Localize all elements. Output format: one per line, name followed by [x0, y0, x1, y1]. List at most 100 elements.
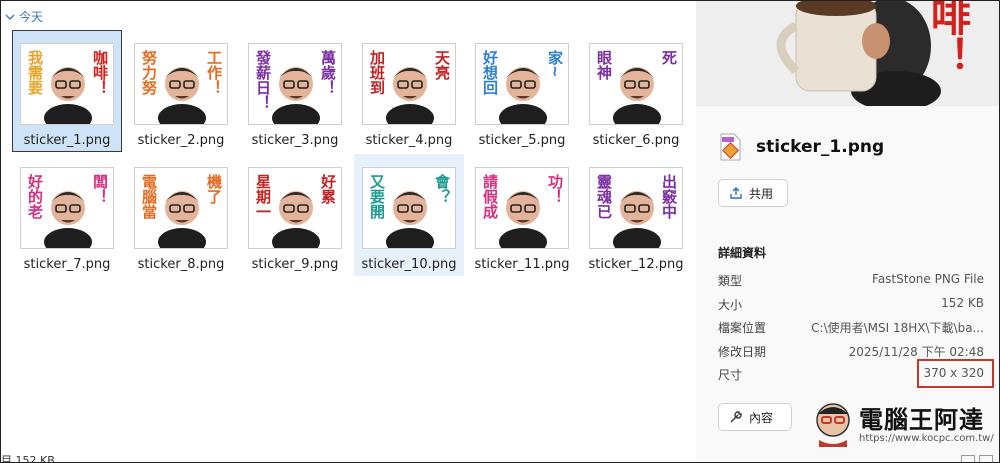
preview-sticker-text: 啡！ [924, 1, 970, 76]
sticker-text: 功！ [546, 174, 564, 204]
detail-key: 類型 [718, 274, 743, 288]
detail-value: FastStone PNG File [872, 272, 984, 286]
sticker-text: 會？ [433, 174, 451, 204]
sticker-thumbnail: 發薪日！ 萬歲！ [248, 43, 342, 125]
watermark-url: https://www.kocpc.com.tw/ [859, 433, 994, 444]
file-name-label: sticker_10.png [361, 257, 457, 272]
sticker-text: 我需要 [26, 50, 44, 95]
file-name-label: sticker_11.png [474, 257, 570, 272]
file-name-label: sticker_6.png [592, 133, 680, 148]
preview-image: 啡！ [696, 1, 999, 106]
sticker-text: 努力努 [140, 50, 158, 95]
status-text: 目 152 KB [1, 454, 55, 463]
sticker-text: 發薪日！ [254, 50, 272, 110]
sticker-text: 加班到 [368, 50, 386, 95]
sticker-thumbnail: 靈魂已 出竅中 [589, 167, 683, 249]
file-tile[interactable]: 好想回 家~ sticker_5.png [467, 30, 577, 152]
sticker-text: 好想回 [481, 50, 499, 95]
file-tile[interactable]: 請假成 功！ sticker_11.png [467, 154, 577, 276]
file-name-label: sticker_9.png [251, 257, 339, 272]
sticker-text: 請假成 [481, 174, 499, 219]
detail-value: C:\使用者\MSI 18HX\下載\ba... [811, 321, 984, 335]
sticker-text: 機了 [205, 174, 223, 204]
detail-value: 152 KB [941, 295, 984, 310]
file-tile[interactable]: 電腦當 機了 sticker_8.png [126, 154, 236, 276]
file-name-label: sticker_5.png [478, 133, 566, 148]
file-name-label: sticker_2.png [137, 133, 225, 148]
sticker-text: 好累 [319, 174, 337, 204]
file-tile[interactable]: 眼神 死 sticker_6.png [581, 30, 691, 152]
sticker-thumbnail: 電腦當 機了 [134, 167, 228, 249]
sticker-thumbnail: 好的老 闆！ [20, 167, 114, 249]
detail-value: 2025/11/28 下午 02:48 [848, 344, 984, 359]
sticker-thumbnail: 好想回 家~ [475, 43, 569, 125]
details-pane: 啡！ sticker_1.png 共用 詳細資料 類型 FastStone PNG… [696, 1, 999, 462]
sticker-thumbnail: 又要開 會？ [362, 167, 456, 249]
sticker-text: 好的老 [26, 174, 44, 219]
group-header-today[interactable]: 今天 [5, 8, 43, 25]
status-bar: 目 152 KB [1, 454, 696, 463]
properties-label: 內容 [749, 410, 774, 425]
file-name-label: sticker_7.png [23, 257, 111, 272]
highlight-box [917, 359, 994, 388]
file-name: sticker_1.png [756, 137, 885, 157]
file-name-label: sticker_4.png [365, 133, 453, 148]
sticker-text: 靈魂已 [595, 174, 613, 219]
sticker-thumbnail: 眼神 死 [589, 43, 683, 125]
detail-row: 類型 FastStone PNG File [718, 272, 988, 288]
details-view-icon[interactable] [961, 455, 975, 462]
explorer-window: 今天 我需要 咖啡！ sticker_1.png 努力努 工作！ sticker_2.pn… [0, 0, 1000, 463]
sticker-text: 死 [660, 50, 678, 65]
chevron-down-icon [5, 14, 15, 20]
file-title-row: sticker_1.png [718, 133, 884, 161]
tiles-view-icon[interactable] [979, 455, 993, 462]
file-name-label: sticker_1.png [23, 133, 111, 148]
sticker-text: 電腦當 [140, 174, 158, 219]
file-tile[interactable]: 我需要 咖啡！ sticker_1.png [12, 30, 122, 152]
sticker-text: 眼神 [595, 50, 613, 80]
file-tile[interactable]: 又要開 會？ sticker_10.png [354, 154, 464, 276]
file-name-label: sticker_3.png [251, 133, 339, 148]
watermark: 電腦王阿達 https://www.kocpc.com.tw/ [809, 398, 994, 454]
sticker-text: 星期一 [254, 174, 272, 219]
mascot-logo [816, 403, 850, 447]
sticker-thumbnail: 請假成 功！ [475, 167, 569, 249]
wrench-icon [730, 411, 742, 423]
file-tile[interactable]: 發薪日！ 萬歲！ sticker_3.png [240, 30, 350, 152]
detail-key: 檔案位置 [718, 321, 767, 335]
sticker-thumbnail: 努力努 工作！ [134, 43, 228, 125]
sticker-text: 咖啡！ [91, 50, 109, 95]
sticker-text: 萬歲！ [319, 50, 337, 95]
share-label: 共用 [749, 186, 774, 201]
detail-key: 尺寸 [718, 368, 743, 382]
sticker-thumbnail: 加班到 天亮 [362, 43, 456, 125]
file-list-pane: 今天 我需要 咖啡！ sticker_1.png 努力努 工作！ sticker_2.pn… [1, 1, 696, 463]
sticker-thumbnail: 星期一 好累 [248, 167, 342, 249]
detail-row: 修改日期 2025/11/28 下午 02:48 [718, 343, 988, 359]
share-button[interactable]: 共用 [718, 179, 788, 207]
share-icon [730, 187, 742, 199]
file-tile[interactable]: 星期一 好累 sticker_9.png [240, 154, 350, 276]
file-tile[interactable]: 加班到 天亮 sticker_4.png [354, 30, 464, 152]
png-file-icon [720, 133, 741, 161]
watermark-brand: 電腦王阿達 [859, 406, 984, 434]
group-label: 今天 [19, 10, 44, 24]
properties-button[interactable]: 內容 [718, 403, 792, 431]
sticker-text: 出竅中 [660, 174, 678, 219]
file-tile[interactable]: 靈魂已 出竅中 sticker_12.png [581, 154, 691, 276]
detail-row: 檔案位置 C:\使用者\MSI 18HX\下載\ba... [718, 319, 988, 335]
sticker-text: 天亮 [433, 50, 451, 80]
sticker-text: 闆！ [91, 174, 109, 204]
file-tile[interactable]: 好的老 闆！ sticker_7.png [12, 154, 122, 276]
details-section-title: 詳細資料 [718, 246, 767, 260]
detail-row: 大小 152 KB [718, 296, 988, 312]
detail-key: 修改日期 [718, 344, 767, 359]
sticker-thumbnail: 我需要 咖啡！ [20, 43, 114, 125]
sticker-text: 工作！ [205, 50, 223, 95]
file-tile[interactable]: 努力努 工作！ sticker_2.png [126, 30, 236, 152]
view-toggle-buttons[interactable] [961, 455, 993, 462]
sticker-text: 又要開 [368, 174, 386, 219]
file-name-label: sticker_8.png [137, 257, 225, 272]
file-name-label: sticker_12.png [588, 257, 684, 272]
detail-key: 大小 [718, 297, 743, 312]
